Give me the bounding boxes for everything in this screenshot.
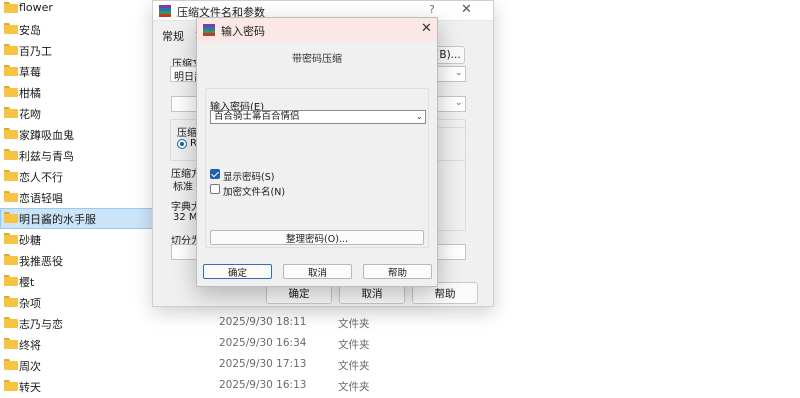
file-row[interactable]: 志乃与恋 2025/9/30 18:11 文件夹 (0, 313, 800, 334)
file-name: 恋语轻唱 (19, 192, 63, 205)
folder-icon (4, 380, 18, 391)
file-name: 砂糖 (19, 234, 41, 247)
close-icon[interactable]: ✕ (461, 2, 472, 17)
folder-icon (4, 23, 18, 34)
file-name: flower (19, 1, 53, 14)
folder-icon (4, 191, 18, 202)
file-name: 家蹲吸血鬼 (19, 129, 74, 142)
file-name: 利兹与青鸟 (19, 150, 74, 163)
method-value[interactable]: 标准 (173, 178, 193, 193)
file-name: 恋人不行 (19, 171, 63, 184)
folder-icon (4, 338, 18, 349)
encrypt-names-checkbox[interactable] (210, 184, 220, 194)
file-name: 安岛 (19, 24, 41, 37)
folder-icon (4, 359, 18, 370)
folder-icon (4, 317, 18, 328)
folder-icon (4, 44, 18, 55)
file-type: 文件夹 (338, 381, 370, 393)
password-input[interactable]: 百合骑士箒百合情侣 (210, 110, 426, 124)
file-row[interactable]: 转天 2025/9/30 16:13 文件夹 (0, 376, 800, 397)
organize-passwords-button[interactable]: 整理密码(O)... (210, 230, 424, 245)
folder-icon (4, 296, 18, 307)
file-type: 文件夹 (338, 318, 370, 330)
password-help-button[interactable]: 帮助 (363, 264, 432, 279)
help-icon[interactable]: ? (429, 3, 435, 16)
chevron-down-icon[interactable]: ⌄ (416, 112, 423, 121)
folder-icon (4, 65, 18, 76)
close-icon[interactable]: ✕ (421, 21, 432, 36)
file-type: 文件夹 (338, 360, 370, 372)
folder-icon (4, 170, 18, 181)
folder-icon (4, 233, 18, 244)
screen: flower 安岛百乃工草莓柑橘花吻家蹲吸血鬼利兹与青鸟恋人不行恋语轻唱明日酱的水… (0, 0, 800, 398)
file-date: 2025/9/30 16:13 (219, 379, 307, 391)
password-cancel-button[interactable]: 取消 (283, 264, 352, 279)
show-password-label[interactable]: 显示密码(S) (223, 169, 274, 183)
folder-icon (4, 275, 18, 286)
password-dialog-title: 输入密码 (221, 25, 265, 38)
update-mode-dropdown-icon[interactable]: ⌄ (455, 98, 463, 108)
tab-general[interactable]: 常规 (162, 28, 184, 44)
folder-icon (4, 107, 18, 118)
file-name: 樱t (19, 276, 35, 289)
file-name: 百乃工 (19, 45, 52, 58)
file-name: 周次 (19, 360, 41, 373)
file-row[interactable]: 周次 2025/9/30 17:13 文件夹 (0, 355, 800, 376)
folder-icon (4, 86, 18, 97)
file-name: 杂项 (19, 297, 41, 310)
file-date: 2025/9/30 18:11 (219, 316, 307, 328)
format-rar-radio[interactable] (177, 139, 187, 149)
encrypt-names-label[interactable]: 加密文件名(N) (223, 184, 285, 198)
winrar-icon (203, 24, 215, 36)
file-name: 花吻 (19, 108, 41, 121)
winrar-icon (159, 5, 171, 17)
password-dialog-subtitle: 带密码压缩 (292, 54, 342, 65)
password-ok-button[interactable]: 确定 (203, 264, 272, 279)
file-name: 草莓 (19, 66, 41, 79)
file-name: 明日酱的水手服 (19, 213, 96, 226)
file-date: 2025/9/30 17:13 (219, 358, 307, 370)
folder-icon (4, 212, 18, 223)
file-name: 我推恶役 (19, 255, 63, 268)
archive-name-dropdown-icon[interactable]: ⌄ (455, 68, 463, 78)
folder-icon (4, 149, 18, 160)
file-row[interactable]: 终将 2025/9/30 16:34 文件夹 (0, 334, 800, 355)
password-dialog-titlebar: 输入密码 ✕ (197, 18, 437, 42)
file-date: 2025/9/30 16:34 (219, 337, 307, 349)
file-name: 柑橘 (19, 87, 41, 100)
file-name: 志乃与恋 (19, 318, 63, 331)
folder-icon (4, 128, 18, 139)
file-name: 终将 (19, 339, 41, 352)
file-type: 文件夹 (338, 339, 370, 351)
password-dialog: 输入密码 ✕ 带密码压缩 输入密码(E) 百合骑士箒百合情侣 ⌄ 显示密码(S)… (196, 17, 438, 287)
file-name: 转天 (19, 381, 41, 394)
show-password-checkbox[interactable] (210, 169, 220, 179)
folder-icon (4, 2, 18, 13)
folder-icon (4, 254, 18, 265)
